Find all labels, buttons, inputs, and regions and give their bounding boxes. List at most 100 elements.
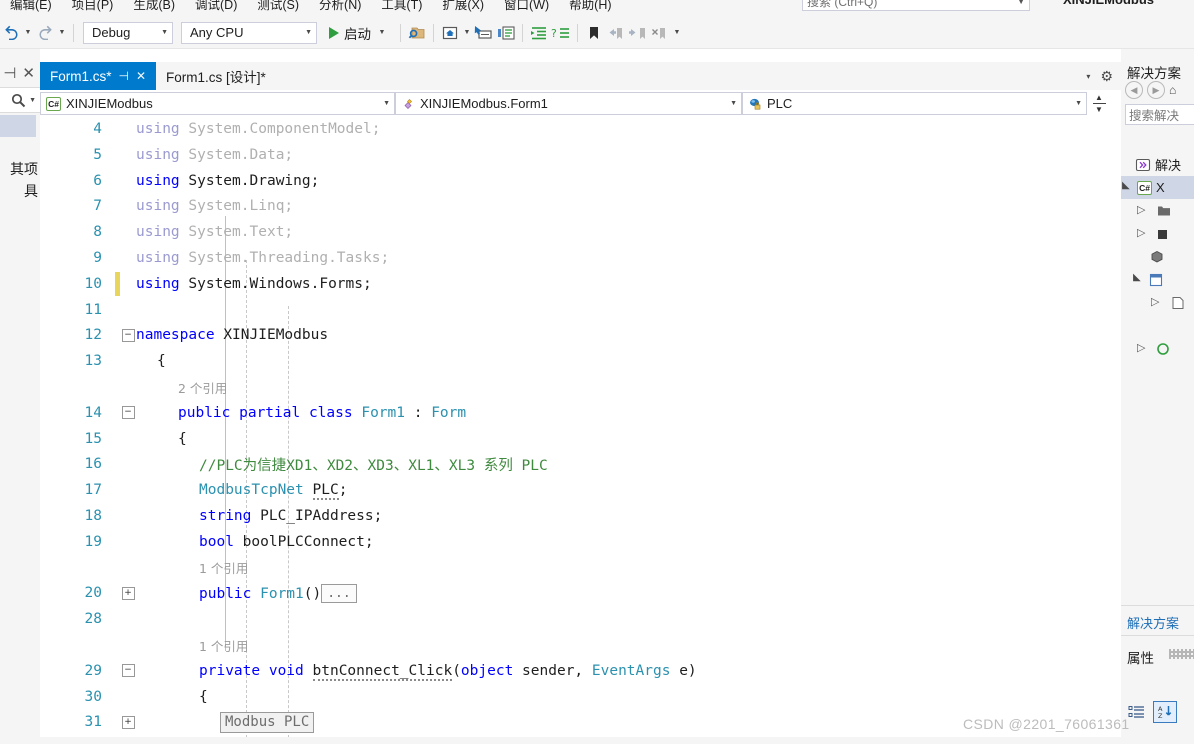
code-line[interactable]: 14− public partial class Form1 : Form xyxy=(40,400,1121,426)
pin-icon[interactable]: ⊣ xyxy=(119,69,129,83)
expander-collapsed-icon[interactable] xyxy=(1137,341,1145,354)
solution-explorer-search[interactable]: 搜索解决 xyxy=(1125,104,1194,125)
expander-collapsed-icon[interactable] xyxy=(1151,295,1159,308)
fold-toggle[interactable]: − xyxy=(120,400,136,426)
expander-collapsed-icon[interactable] xyxy=(1137,226,1145,239)
code-line[interactable]: 7 using System.Linq; xyxy=(40,193,1121,219)
expand-icon[interactable]: + xyxy=(121,586,135,600)
collapse-icon[interactable]: − xyxy=(121,406,135,420)
code-editor[interactable]: 4 using System.ComponentModel; 5 using Syst… xyxy=(40,116,1121,744)
tree-row-packages[interactable] xyxy=(1121,245,1165,268)
toolbox-selected-category[interactable] xyxy=(0,115,36,137)
clear-bookmarks-icon[interactable] xyxy=(649,21,671,45)
toolbox-search-box[interactable]: ▼ xyxy=(0,87,40,113)
menu-item-test[interactable]: 测试(S) xyxy=(247,0,309,16)
code-line[interactable]: 5 using System.Data; xyxy=(40,142,1121,168)
code-line[interactable]: 28 xyxy=(40,606,1121,632)
menu-item-edit[interactable]: 编辑(E) xyxy=(0,0,62,16)
expand-icon[interactable]: + xyxy=(121,715,135,729)
outdent-icon[interactable]: ? xyxy=(550,21,572,45)
start-debug-button[interactable]: 启动 ▼ xyxy=(329,21,388,45)
navigate-backward-icon[interactable] xyxy=(473,21,495,45)
collapsed-body-ellipsis[interactable]: ... xyxy=(321,583,357,603)
menu-item-debug[interactable]: 调试(D) xyxy=(185,0,247,16)
tree-row-form1-cs[interactable] xyxy=(1121,291,1186,314)
nav-forward-icon[interactable]: ▶ xyxy=(1147,81,1165,99)
tab-form1-cs[interactable]: Form1.cs* ⊣ ✕ xyxy=(40,62,157,90)
indent-icon[interactable] xyxy=(528,21,550,45)
code-line[interactable]: 30 { xyxy=(40,684,1121,710)
collapse-icon[interactable]: − xyxy=(121,664,135,678)
solution-explorer-home-icon[interactable] xyxy=(439,21,461,45)
code-line[interactable]: 18 string PLC_IPAddress; xyxy=(40,503,1121,529)
close-icon[interactable]: ✕ xyxy=(22,64,35,82)
alphabetical-sort-icon[interactable]: A Z xyxy=(1153,701,1177,723)
redo-icon[interactable] xyxy=(34,21,56,45)
find-in-files-icon[interactable] xyxy=(406,21,428,45)
chevron-down-icon[interactable]: ▼ xyxy=(297,29,312,36)
code-line[interactable]: 4 using System.ComponentModel; xyxy=(40,116,1121,142)
menu-item-build[interactable]: 生成(B) xyxy=(123,0,185,16)
code-line[interactable]: 20 + public Form1()... xyxy=(40,580,1121,606)
split-window-icon[interactable]: ▲ ▼ xyxy=(1087,93,1111,114)
chevron-down-icon[interactable]: ▼ xyxy=(724,100,737,107)
tree-row-form1[interactable] xyxy=(1121,268,1164,291)
menu-item-analyze[interactable]: 分析(N) xyxy=(309,0,371,16)
undo-icon[interactable] xyxy=(0,21,22,45)
expander-collapsed-icon[interactable] xyxy=(1137,203,1145,216)
next-bookmark-icon[interactable] xyxy=(627,21,649,45)
toolbar-overflow-icon[interactable]: ▼ xyxy=(671,21,683,45)
code-line[interactable]: 8 using System.Text; xyxy=(40,219,1121,245)
code-line[interactable]: 12 − namespace XINJIEModbus xyxy=(40,322,1121,348)
code-line[interactable]: 19 bool boolPLCConnect; xyxy=(40,529,1121,555)
solution-configuration-combo[interactable]: Debug ▼ xyxy=(83,21,173,44)
collapse-icon[interactable]: − xyxy=(121,328,135,342)
chevron-down-icon[interactable]: ▼ xyxy=(376,21,388,45)
code-line[interactable]: 9 using System.Threading.Tasks; xyxy=(40,245,1121,271)
tree-row-properties[interactable] xyxy=(1121,199,1172,222)
quick-launch-search[interactable]: 搜索 (Ctrl+Q) ▼ xyxy=(802,0,1030,11)
codelens-reference-count[interactable]: 2 个引用 xyxy=(178,381,227,396)
code-line[interactable]: 2 个引用 xyxy=(40,374,1121,400)
fold-toggle[interactable]: + xyxy=(120,709,136,735)
codelens-reference-count[interactable]: 1 个引用 xyxy=(199,639,248,654)
tree-row-solution[interactable]: 解决 xyxy=(1121,153,1181,176)
solution-home-dropdown-icon[interactable]: ▼ xyxy=(461,21,473,45)
solution-explorer-tab[interactable]: 解决方案 xyxy=(1127,613,1179,632)
previous-bookmark-icon[interactable] xyxy=(605,21,627,45)
code-line[interactable]: 11 xyxy=(40,297,1121,323)
pin-icon[interactable]: ⊣ xyxy=(3,64,16,82)
code-line[interactable]: 31 + Modbus PLC xyxy=(40,709,1121,735)
code-line[interactable]: 29 − private void btnConnect_Click(object … xyxy=(40,658,1121,684)
code-line[interactable]: 1 个引用 xyxy=(40,632,1121,658)
chevron-down-icon[interactable]: ▼ xyxy=(153,29,168,36)
redo-dropdown-icon[interactable]: ▼ xyxy=(56,21,68,45)
menu-item-help[interactable]: 帮助(H) xyxy=(559,0,621,16)
tab-overflow-icon[interactable]: ▾ xyxy=(1086,72,1090,81)
solution-platform-combo[interactable]: Any CPU ▼ xyxy=(181,21,317,44)
gear-icon[interactable]: ⚙ xyxy=(1100,68,1113,85)
fold-toggle[interactable]: + xyxy=(120,580,136,606)
code-line[interactable]: 15 { xyxy=(40,426,1121,452)
fold-toggle[interactable]: − xyxy=(120,658,136,684)
code-line[interactable]: 17 ModbusTcpNet PLC; xyxy=(40,477,1121,503)
codelens-reference-count[interactable]: 1 个引用 xyxy=(199,561,248,576)
code-line[interactable]: 16 //PLC为信捷XD1、XD2、XD3、XL1、XL3 系列 PLC xyxy=(40,451,1121,477)
chevron-down-icon[interactable]: ▼ xyxy=(1069,100,1082,107)
home-icon[interactable]: ⌂ xyxy=(1169,83,1176,97)
code-line[interactable]: 10 using System.Windows.Forms; xyxy=(40,271,1121,297)
navbar-member-dropdown[interactable]: PLC ▼ xyxy=(742,92,1087,115)
navbar-project-dropdown[interactable]: C# XINJIEModbus ▼ xyxy=(40,92,395,115)
nav-back-icon[interactable]: ◀ xyxy=(1125,81,1143,99)
tree-row-references[interactable] xyxy=(1121,222,1172,245)
code-line[interactable]: 6 using System.Drawing; xyxy=(40,168,1121,194)
tree-row-project[interactable]: C# X xyxy=(1121,176,1194,199)
tab-form1-cs-designer[interactable]: Form1.cs [设计]* xyxy=(156,62,276,90)
collapsed-region[interactable]: Modbus PLC xyxy=(220,711,315,733)
comment-selection-icon[interactable] xyxy=(495,21,517,45)
undo-dropdown-icon[interactable]: ▼ xyxy=(22,21,34,45)
bookmark-icon[interactable] xyxy=(583,21,605,45)
close-icon[interactable]: ✕ xyxy=(136,69,146,83)
categorized-icon[interactable] xyxy=(1126,702,1148,722)
menu-item-project[interactable]: 项目(P) xyxy=(62,0,124,16)
